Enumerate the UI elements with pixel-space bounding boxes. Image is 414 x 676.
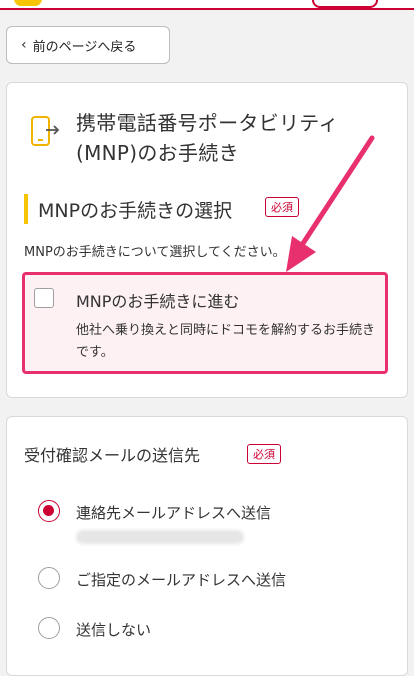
chevron-left-icon: ‹ <box>21 37 27 53</box>
section-title: MNPのお手続きの選択 <box>38 200 233 222</box>
section-bar <box>24 194 28 224</box>
radio-no-send-label[interactable]: 送信しない <box>76 619 151 640</box>
radio-no-send[interactable] <box>38 617 60 639</box>
mnp-option-description: 他社へ乗り換えと同時にドコモを解約するお手続きです。 <box>76 323 376 360</box>
mnp-option-label[interactable]: MNPのお手続きに進む <box>76 288 239 312</box>
required-badge: 必須 <box>265 197 299 217</box>
mnp-checkbox[interactable] <box>34 288 54 308</box>
logo <box>14 0 42 6</box>
page-title: 携帯電話番号ポータビリティ(MNP)のお手続き <box>76 111 339 165</box>
radio-contact-email-label[interactable]: 連絡先メールアドレスへ送信 <box>76 502 271 523</box>
back-button-label: 前のページへ戻る <box>32 39 137 55</box>
masked-email-address <box>76 530 244 544</box>
radio-contact-email[interactable] <box>38 500 60 522</box>
back-button[interactable]: ‹ 前のページへ戻る <box>6 26 170 64</box>
radio-specified-email-label[interactable]: ご指定のメールアドレスへ送信 <box>76 569 286 590</box>
radio-specified-email[interactable] <box>38 567 60 589</box>
required-badge: 必須 <box>247 444 281 464</box>
phone-transfer-icon <box>31 116 60 146</box>
top-header <box>0 0 414 10</box>
header-button[interactable] <box>312 0 378 8</box>
instruction-text: MNPのお手続きについて選択してください。 <box>24 245 286 260</box>
email-card-title: 受付確認メールの送信先 <box>24 446 201 465</box>
